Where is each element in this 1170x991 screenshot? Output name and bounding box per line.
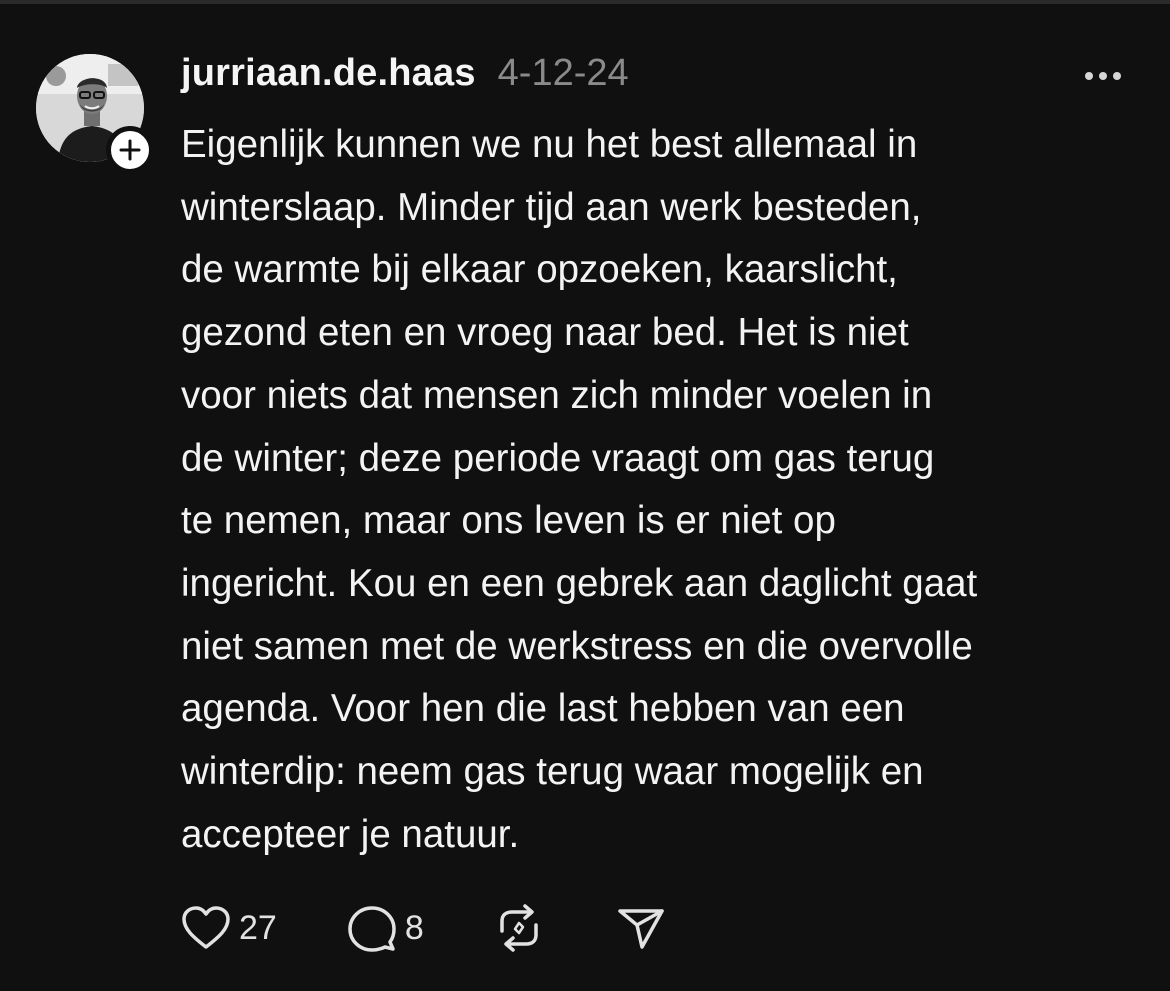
post-actions: 27 8 <box>181 900 666 956</box>
more-options-button[interactable] <box>1078 64 1128 88</box>
heart-icon <box>182 906 230 949</box>
reply-button[interactable]: 8 <box>347 904 424 952</box>
post-timestamp[interactable]: 4-12-24 <box>498 52 629 95</box>
post-text-line: voor niets dat mensen zich minder voelen… <box>181 373 933 417</box>
post-text-line: te nemen, maar ons leven is er niet op <box>181 499 836 543</box>
post-text-line: winterslaap. Minder tijd aan werk bested… <box>181 185 922 229</box>
post-text-line: gezond eten en vroeg naar bed. Het is ni… <box>181 311 909 355</box>
plus-icon <box>119 139 141 161</box>
post-text-line: accepteer je natuur. <box>181 812 520 856</box>
repost-button[interactable] <box>494 903 544 953</box>
post-header: jurriaan.de.haas 4-12-24 <box>181 52 629 102</box>
post-text-line: Eigenlijk kunnen we nu het best allemaal… <box>181 123 918 166</box>
reply-count: 8 <box>404 908 424 947</box>
paper-plane-icon <box>618 909 664 949</box>
repost-icon <box>500 904 538 952</box>
post-text-line: de winter; deze periode vraagt om gas te… <box>181 436 935 480</box>
speech-bubble-icon <box>348 906 396 952</box>
post-text-line: winterdip: neem gas terug waar mogelijk … <box>181 750 924 794</box>
top-divider <box>0 0 1170 4</box>
post-text-line: ingericht. Kou en een gebrek aan daglich… <box>181 561 978 605</box>
author-username[interactable]: jurriaan.de.haas <box>181 52 476 95</box>
author-avatar-container[interactable] <box>36 54 154 174</box>
like-button[interactable]: 27 <box>181 905 277 951</box>
post-text-line: agenda. Voor hen die last hebben van een <box>181 687 905 731</box>
post-text-line: de warmte bij elkaar opzoeken, kaarslich… <box>181 248 898 292</box>
follow-button[interactable] <box>106 126 154 174</box>
ellipsis-icon <box>1085 72 1121 80</box>
like-count: 27 <box>239 908 277 947</box>
share-button[interactable] <box>616 905 666 951</box>
post-text-line: niet samen met de werkstress en die over… <box>181 624 973 668</box>
post-body[interactable]: Eigenlijk kunnen we nu het best allemaal… <box>181 114 1156 866</box>
